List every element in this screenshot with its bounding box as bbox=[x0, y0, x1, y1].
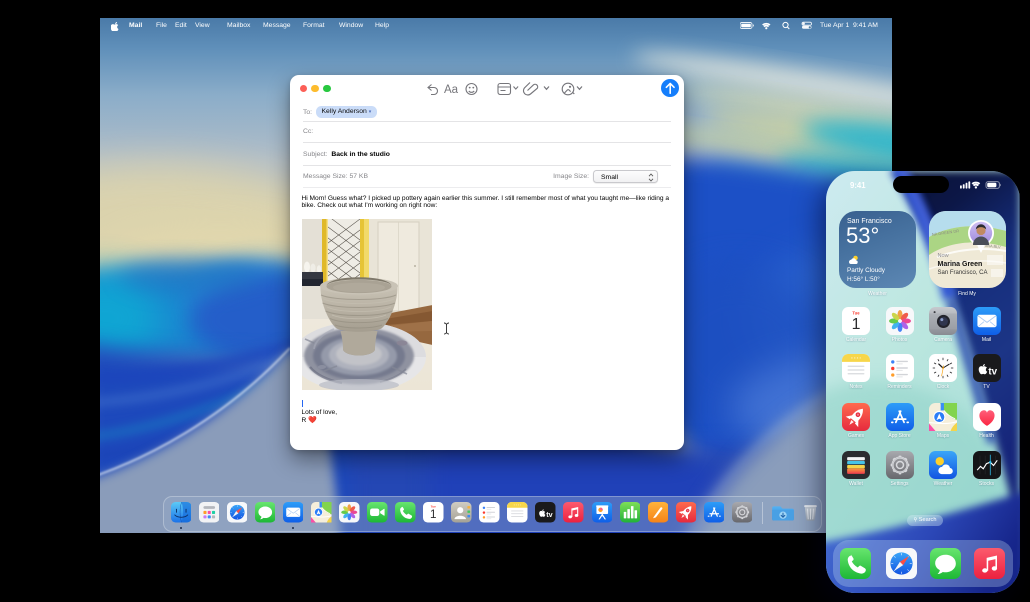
svg-text:Aa: Aa bbox=[444, 84, 459, 96]
